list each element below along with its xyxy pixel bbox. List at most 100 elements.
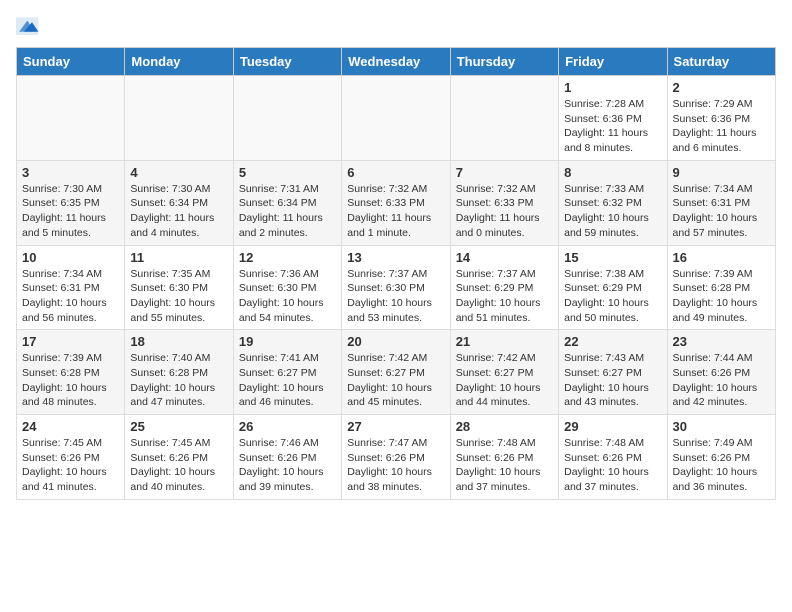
day-header-monday: Monday [125,48,233,76]
day-number: 18 [130,334,227,349]
calendar-cell: 1Sunrise: 7:28 AM Sunset: 6:36 PM Daylig… [559,76,667,161]
day-info: Sunrise: 7:39 AM Sunset: 6:28 PM Dayligh… [673,267,770,326]
day-info: Sunrise: 7:45 AM Sunset: 6:26 PM Dayligh… [130,436,227,495]
day-header-sunday: Sunday [17,48,125,76]
day-number: 20 [347,334,444,349]
day-info: Sunrise: 7:47 AM Sunset: 6:26 PM Dayligh… [347,436,444,495]
calendar-cell [450,76,558,161]
day-number: 26 [239,419,336,434]
day-info: Sunrise: 7:43 AM Sunset: 6:27 PM Dayligh… [564,351,661,410]
calendar-cell: 18 Sunrise: 7:40 AM Sunset: 6:28 PM Dayli… [125,330,233,415]
calendar-cell: 20Sunrise: 7:42 AM Sunset: 6:27 PM Dayli… [342,330,450,415]
day-number: 8 [564,165,661,180]
day-number: 6 [347,165,444,180]
day-number: 23 [673,334,770,349]
page-header [16,16,776,37]
day-number: 17 [22,334,119,349]
day-header-wednesday: Wednesday [342,48,450,76]
day-number: 2 [673,80,770,95]
day-info: Sunrise: 7:29 AM Sunset: 6:36 PM Dayligh… [673,97,770,156]
day-number: 28 [456,419,553,434]
calendar-cell: 22 Sunrise: 7:43 AM Sunset: 6:27 PM Dayli… [559,330,667,415]
day-header-thursday: Thursday [450,48,558,76]
logo-icon [16,17,40,37]
calendar-cell: 2 Sunrise: 7:29 AM Sunset: 6:36 PM Daylig… [667,76,775,161]
day-info: Sunrise: 7:32 AM Sunset: 6:33 PM Dayligh… [456,182,553,241]
day-info: Sunrise: 7:30 AM Sunset: 6:34 PM Dayligh… [130,182,227,241]
day-info: Sunrise: 7:42 AM Sunset: 6:27 PM Dayligh… [456,351,553,410]
calendar-cell: 27 Sunrise: 7:47 AM Sunset: 6:26 PM Dayli… [342,415,450,500]
calendar-cell: 5 Sunrise: 7:31 AM Sunset: 6:34 PM Daylig… [233,160,341,245]
calendar-cell: 9 Sunrise: 7:34 AM Sunset: 6:31 PM Daylig… [667,160,775,245]
calendar-cell: 4 Sunrise: 7:30 AM Sunset: 6:34 PM Daylig… [125,160,233,245]
day-info: Sunrise: 7:48 AM Sunset: 6:26 PM Dayligh… [564,436,661,495]
day-number: 12 [239,250,336,265]
day-info: Sunrise: 7:30 AM Sunset: 6:35 PM Dayligh… [22,182,119,241]
day-info: Sunrise: 7:37 AM Sunset: 6:30 PM Dayligh… [347,267,444,326]
calendar-table: SundayMondayTuesdayWednesdayThursdayFrid… [16,47,776,500]
day-info: Sunrise: 7:41 AM Sunset: 6:27 PM Dayligh… [239,351,336,410]
day-info: Sunrise: 7:37 AM Sunset: 6:29 PM Dayligh… [456,267,553,326]
calendar-cell: 30Sunrise: 7:49 AM Sunset: 6:26 PM Dayli… [667,415,775,500]
day-number: 11 [130,250,227,265]
day-number: 13 [347,250,444,265]
logo [16,16,44,37]
day-info: Sunrise: 7:35 AM Sunset: 6:30 PM Dayligh… [130,267,227,326]
day-number: 10 [22,250,119,265]
week-row-2: 3 Sunrise: 7:30 AM Sunset: 6:35 PM Daylig… [17,160,776,245]
day-number: 29 [564,419,661,434]
calendar-cell: 14 Sunrise: 7:37 AM Sunset: 6:29 PM Dayli… [450,245,558,330]
calendar-cell [17,76,125,161]
day-number: 27 [347,419,444,434]
day-number: 25 [130,419,227,434]
day-info: Sunrise: 7:31 AM Sunset: 6:34 PM Dayligh… [239,182,336,241]
calendar-cell: 17 Sunrise: 7:39 AM Sunset: 6:28 PM Dayli… [17,330,125,415]
week-row-3: 10 Sunrise: 7:34 AM Sunset: 6:31 PM Dayli… [17,245,776,330]
day-number: 9 [673,165,770,180]
calendar-cell: 11 Sunrise: 7:35 AM Sunset: 6:30 PM Dayli… [125,245,233,330]
day-info: Sunrise: 7:44 AM Sunset: 6:26 PM Dayligh… [673,351,770,410]
calendar-cell: 16 Sunrise: 7:39 AM Sunset: 6:28 PM Dayli… [667,245,775,330]
calendar-cell: 26 Sunrise: 7:46 AM Sunset: 6:26 PM Dayli… [233,415,341,500]
day-number: 19 [239,334,336,349]
calendar-cell: 10 Sunrise: 7:34 AM Sunset: 6:31 PM Dayli… [17,245,125,330]
calendar-cell: 13 Sunrise: 7:37 AM Sunset: 6:30 PM Dayli… [342,245,450,330]
day-header-saturday: Saturday [667,48,775,76]
calendar-cell: 7 Sunrise: 7:32 AM Sunset: 6:33 PM Daylig… [450,160,558,245]
calendar-cell [342,76,450,161]
day-number: 16 [673,250,770,265]
day-info: Sunrise: 7:45 AM Sunset: 6:26 PM Dayligh… [22,436,119,495]
calendar-cell: 29 Sunrise: 7:48 AM Sunset: 6:26 PM Dayli… [559,415,667,500]
calendar-cell: 23 Sunrise: 7:44 AM Sunset: 6:26 PM Dayli… [667,330,775,415]
calendar-cell: 28Sunrise: 7:48 AM Sunset: 6:26 PM Dayli… [450,415,558,500]
calendar-cell: 6Sunrise: 7:32 AM Sunset: 6:33 PM Daylig… [342,160,450,245]
day-info: Sunrise: 7:36 AM Sunset: 6:30 PM Dayligh… [239,267,336,326]
week-row-5: 24 Sunrise: 7:45 AM Sunset: 6:26 PM Dayli… [17,415,776,500]
day-info: Sunrise: 7:46 AM Sunset: 6:26 PM Dayligh… [239,436,336,495]
day-info: Sunrise: 7:34 AM Sunset: 6:31 PM Dayligh… [673,182,770,241]
day-number: 30 [673,419,770,434]
day-number: 7 [456,165,553,180]
calendar-cell [125,76,233,161]
day-header-tuesday: Tuesday [233,48,341,76]
day-info: Sunrise: 7:38 AM Sunset: 6:29 PM Dayligh… [564,267,661,326]
day-number: 5 [239,165,336,180]
calendar-cell: 19 Sunrise: 7:41 AM Sunset: 6:27 PM Dayli… [233,330,341,415]
day-number: 3 [22,165,119,180]
day-info: Sunrise: 7:39 AM Sunset: 6:28 PM Dayligh… [22,351,119,410]
calendar-cell: 21Sunrise: 7:42 AM Sunset: 6:27 PM Dayli… [450,330,558,415]
day-number: 14 [456,250,553,265]
week-row-4: 17 Sunrise: 7:39 AM Sunset: 6:28 PM Dayli… [17,330,776,415]
week-row-1: 1Sunrise: 7:28 AM Sunset: 6:36 PM Daylig… [17,76,776,161]
day-number: 22 [564,334,661,349]
calendar-cell: 12 Sunrise: 7:36 AM Sunset: 6:30 PM Dayli… [233,245,341,330]
day-info: Sunrise: 7:28 AM Sunset: 6:36 PM Dayligh… [564,97,661,156]
calendar-cell [233,76,341,161]
day-info: Sunrise: 7:34 AM Sunset: 6:31 PM Dayligh… [22,267,119,326]
day-number: 15 [564,250,661,265]
day-number: 4 [130,165,227,180]
day-info: Sunrise: 7:40 AM Sunset: 6:28 PM Dayligh… [130,351,227,410]
calendar-cell: 15 Sunrise: 7:38 AM Sunset: 6:29 PM Dayli… [559,245,667,330]
day-number: 24 [22,419,119,434]
calendar-cell: 25 Sunrise: 7:45 AM Sunset: 6:26 PM Dayli… [125,415,233,500]
